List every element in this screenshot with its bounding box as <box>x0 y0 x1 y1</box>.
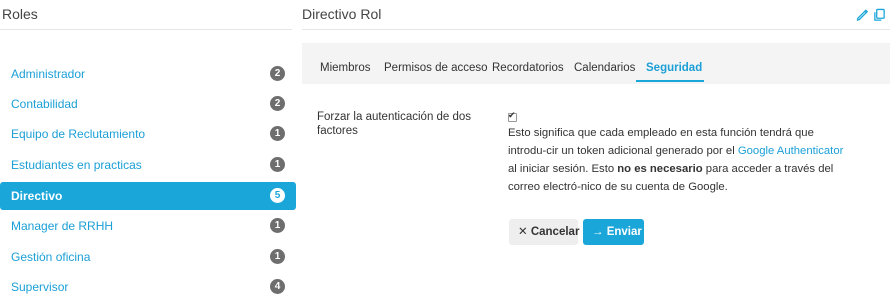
tab-bar: Miembros Permisos de acceso Recordatorio… <box>302 43 890 84</box>
two-factor-label: Forzar la autenticación de dos factores <box>317 111 472 137</box>
role-count-badge: 2 <box>270 96 285 111</box>
active-tab-indicator <box>636 80 704 82</box>
role-count-badge: 5 <box>270 188 285 203</box>
two-factor-checkbox[interactable] <box>508 110 517 122</box>
role-label: Estudiantes en practicas <box>11 158 142 172</box>
role-label: Directivo <box>11 189 63 203</box>
role-count-badge: 1 <box>270 249 285 264</box>
desc-text-2: al iniciar sesión. Esto <box>508 163 618 175</box>
role-item-estudiantes-practicas[interactable]: Estudiantes en practicas 1 <box>0 151 296 179</box>
pencil-icon[interactable] <box>856 8 869 22</box>
role-count-badge: 4 <box>270 279 285 294</box>
role-item-administrador[interactable]: Administrador 2 <box>0 60 296 88</box>
role-label: Administrador <box>11 67 86 81</box>
role-label: Supervisor <box>11 280 69 294</box>
role-detail-header: Directivo Rol <box>302 0 890 30</box>
tab-miembros[interactable]: Miembros <box>320 62 370 74</box>
role-detail-title: Directivo Rol <box>302 6 382 22</box>
role-item-contabilidad[interactable]: Contabilidad 2 <box>0 90 296 118</box>
tab-calendarios[interactable]: Calendarios <box>574 62 635 74</box>
role-item-gestion-oficina[interactable]: Gestión oficina 1 <box>0 243 296 271</box>
role-item-directivo[interactable]: Directivo 5 <box>0 182 296 210</box>
role-label: Manager de RRHH <box>11 219 114 233</box>
cancel-button[interactable]: ✕ Cancelar <box>509 219 579 245</box>
google-authenticator-link[interactable]: Google Authenticator <box>738 145 844 157</box>
roles-panel: Roles Administrador 2 Contabilidad 2 Equ… <box>0 0 296 305</box>
desc-bold-text: no es necesario <box>617 163 703 175</box>
roles-header: Roles <box>0 0 292 30</box>
role-count-badge: 1 <box>270 218 285 233</box>
two-factor-description: Esto significa que cada empleado en esta… <box>508 124 848 196</box>
role-label: Gestión oficina <box>11 250 91 264</box>
tab-seguridad[interactable]: Seguridad <box>646 62 702 74</box>
header-actions <box>856 8 886 22</box>
role-label: Contabilidad <box>11 97 78 111</box>
role-detail-card: Miembros Permisos de acceso Recordatorio… <box>302 43 890 305</box>
send-button[interactable]: → Enviar <box>583 219 644 245</box>
role-item-equipo-reclutamiento[interactable]: Equipo de Reclutamiento 1 <box>0 120 296 148</box>
tab-permisos-acceso[interactable]: Permisos de acceso <box>384 62 488 74</box>
copy-icon[interactable] <box>873 8 886 22</box>
tab-recordatorios[interactable]: Recordatorios <box>492 62 564 74</box>
role-count-badge: 2 <box>270 66 285 81</box>
role-count-badge: 1 <box>270 126 285 141</box>
role-item-supervisor[interactable]: Supervisor 4 <box>0 273 296 301</box>
role-item-manager-rrhh[interactable]: Manager de RRHH 1 <box>0 212 296 240</box>
roles-title: Roles <box>2 6 38 22</box>
role-count-badge: 1 <box>270 157 285 172</box>
role-label: Equipo de Reclutamiento <box>11 127 146 141</box>
